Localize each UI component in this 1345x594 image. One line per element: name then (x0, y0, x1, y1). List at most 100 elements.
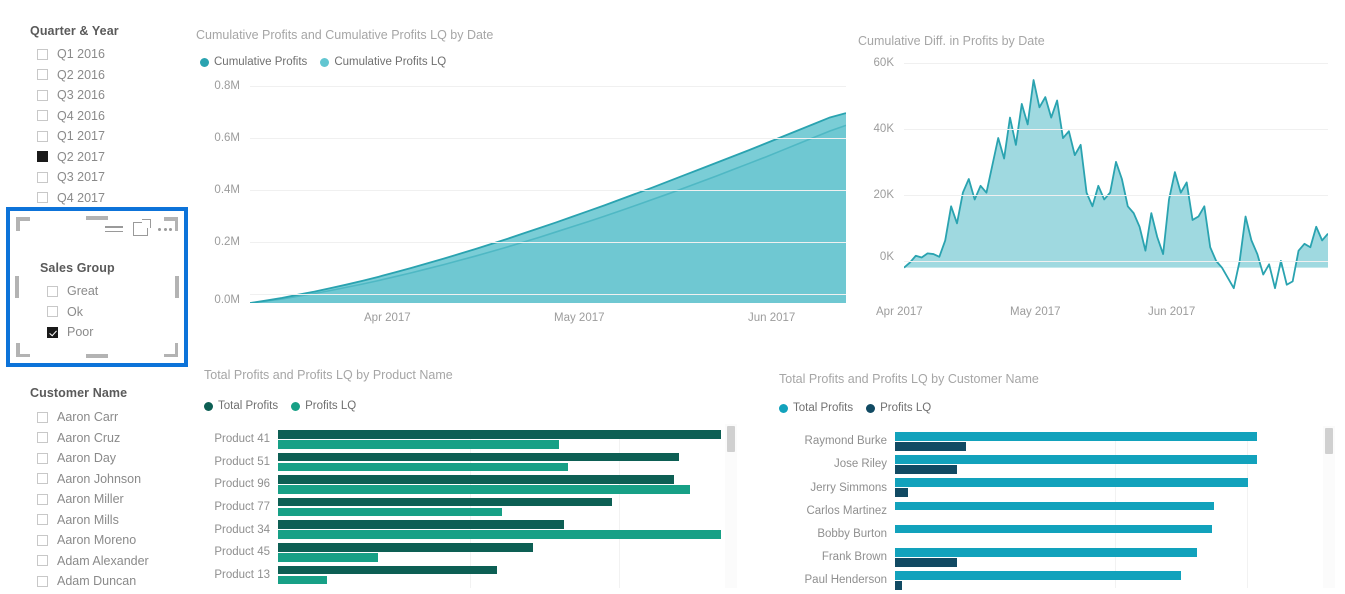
bar-total-profits[interactable] (895, 455, 1257, 464)
legend-entry-cumulative-profits[interactable]: Cumulative Profits (200, 56, 307, 68)
filter-icon[interactable] (105, 223, 123, 235)
bar-total-profits[interactable] (895, 501, 1214, 511)
bar-profits-lq[interactable] (278, 530, 721, 539)
checkbox-q2-2016[interactable] (37, 69, 48, 81)
bar-profits-lq[interactable] (895, 558, 957, 567)
bar-row[interactable]: Jose Riley (775, 455, 1335, 478)
slicer-item-aaron-miller[interactable]: Aaron Miller (28, 489, 149, 510)
profits-by-product-chart[interactable]: Total Profits and Profits LQ by Product … (200, 368, 755, 588)
bar-profits-lq[interactable] (278, 575, 327, 585)
slicer-item-aaron-mills[interactable]: Aaron Mills (28, 510, 149, 531)
profits-by-customer-chart[interactable]: Total Profits and Profits LQ by Customer… (775, 372, 1335, 590)
legend-entry-profits-lq[interactable]: Profits LQ (291, 400, 356, 412)
slicer-item-adam-alexander[interactable]: Adam Alexander (28, 551, 149, 572)
slicer-item-ok[interactable]: Ok (38, 302, 98, 323)
sales-group-slicer[interactable]: Sales Group Great Ok Poor (6, 207, 188, 367)
bar-total-profits[interactable] (895, 432, 1257, 441)
checkbox-q3-2016[interactable] (37, 89, 48, 101)
slicer-item-q4-2016[interactable]: Q4 2016 (28, 106, 105, 127)
bar-row[interactable]: Bobby Burton (775, 524, 1335, 548)
checkbox-great[interactable] (47, 285, 58, 297)
checkbox-q4-2017[interactable] (37, 192, 48, 204)
checkbox-aaron-mills[interactable] (37, 514, 48, 526)
bar-profits-lq[interactable] (278, 485, 690, 494)
checkbox-q2-2017[interactable] (37, 151, 48, 163)
checkbox-aaron-miller[interactable] (37, 493, 48, 505)
slicer-item-adam-duncan[interactable]: Adam Duncan (28, 571, 149, 592)
bar-total-profits[interactable] (278, 475, 675, 484)
slicer-item-q1-2016[interactable]: Q1 2016 (28, 44, 105, 65)
checkbox-aaron-carr[interactable] (37, 411, 48, 423)
slicer-item-great[interactable]: Great (38, 281, 98, 302)
legend-entry-total-profits[interactable]: Total Profits (779, 402, 853, 414)
slicer-item-aaron-cruz[interactable]: Aaron Cruz (28, 428, 149, 449)
slicer-item-poor[interactable]: Poor (38, 322, 98, 343)
resize-handle-bottom[interactable] (86, 354, 108, 358)
slicer-item-q2-2017[interactable]: Q2 2017 (28, 147, 105, 168)
resize-handle-top[interactable] (86, 216, 108, 220)
bar-row[interactable]: Carlos Martinez (775, 501, 1335, 525)
slicer-item-aaron-carr[interactable]: Aaron Carr (28, 407, 149, 428)
bar-row[interactable]: Product 13 (200, 565, 755, 589)
slicer-item-q2-2016[interactable]: Q2 2016 (28, 65, 105, 86)
checkbox-adam-duncan[interactable] (37, 575, 48, 587)
customer-chart-scrollbar[interactable] (1323, 426, 1335, 588)
slicer-item-aaron-moreno[interactable]: Aaron Moreno (28, 530, 149, 551)
slicer-item-aaron-johnson[interactable]: Aaron Johnson (28, 469, 149, 490)
bar-profits-lq[interactable] (895, 465, 957, 474)
slicer-item-q3-2016[interactable]: Q3 2016 (28, 85, 105, 106)
bar-profits-lq[interactable] (278, 462, 569, 472)
checkbox-q3-2017[interactable] (37, 171, 48, 183)
checkbox-aaron-cruz[interactable] (37, 432, 48, 444)
checkbox-q1-2016[interactable] (37, 48, 48, 60)
legend-entry-total-profits[interactable]: Total Profits (204, 400, 278, 412)
slicer-item-q4-2017[interactable]: Q4 2017 (28, 188, 105, 209)
resize-handle-bottom-right[interactable] (164, 343, 178, 357)
legend-entry-cumulative-profits-lq[interactable]: Cumulative Profits LQ (320, 56, 446, 68)
bar-total-profits[interactable] (895, 524, 1212, 534)
resize-handle-top-right[interactable] (164, 217, 178, 231)
scrollbar-thumb[interactable] (1325, 428, 1333, 454)
bar-row[interactable]: Product 45 (200, 543, 755, 566)
bar-profits-lq[interactable] (895, 581, 903, 590)
checkbox-aaron-johnson[interactable] (37, 473, 48, 485)
bar-row[interactable]: Product 77 (200, 497, 755, 521)
bar-total-profits[interactable] (895, 478, 1248, 487)
checkbox-poor[interactable] (47, 326, 58, 338)
resize-handle-right[interactable] (175, 276, 179, 298)
bar-profits-lq[interactable] (895, 488, 908, 497)
bar-row[interactable]: Paul Henderson (775, 571, 1335, 594)
bar-row[interactable]: Jerry Simmons (775, 478, 1335, 501)
checkbox-ok[interactable] (47, 306, 58, 318)
bar-row[interactable]: Product 96 (200, 475, 755, 498)
resize-handle-left[interactable] (15, 276, 19, 298)
product-chart-scrollbar[interactable] (725, 424, 737, 588)
checkbox-q1-2017[interactable] (37, 130, 48, 142)
bar-row[interactable]: Product 34 (200, 520, 755, 543)
checkbox-aaron-day[interactable] (37, 452, 48, 464)
bar-row[interactable]: Product 51 (200, 452, 755, 476)
bar-total-profits[interactable] (278, 543, 533, 552)
slicer-item-q1-2017[interactable]: Q1 2017 (28, 126, 105, 147)
bar-row[interactable]: Product 41 (200, 430, 755, 453)
bar-total-profits[interactable] (278, 565, 498, 575)
checkbox-adam-alexander[interactable] (37, 555, 48, 567)
resize-handle-top-left[interactable] (16, 217, 30, 231)
slicer-item-q3-2017[interactable]: Q3 2017 (28, 167, 105, 188)
checkbox-q4-2016[interactable] (37, 110, 48, 122)
bar-profits-lq[interactable] (278, 553, 378, 562)
checkbox-aaron-moreno[interactable] (37, 534, 48, 546)
cumulative-profits-chart[interactable]: Cumulative Profits and Cumulative Profit… (196, 28, 847, 338)
bar-total-profits[interactable] (278, 520, 564, 529)
bar-row[interactable]: Frank Brown (775, 548, 1335, 571)
slicer-item-aaron-day[interactable]: Aaron Day (28, 448, 149, 469)
cumulative-diff-chart[interactable]: Cumulative Diff. in Profits by Date 60K … (858, 34, 1329, 334)
bar-total-profits[interactable] (278, 430, 721, 439)
resize-handle-bottom-left[interactable] (16, 343, 30, 357)
bar-total-profits[interactable] (895, 548, 1198, 557)
bar-total-profits[interactable] (278, 452, 679, 462)
bar-total-profits[interactable] (278, 497, 613, 507)
bar-total-profits[interactable] (895, 571, 1181, 580)
bar-profits-lq[interactable] (278, 507, 502, 517)
scrollbar-thumb[interactable] (727, 426, 735, 452)
